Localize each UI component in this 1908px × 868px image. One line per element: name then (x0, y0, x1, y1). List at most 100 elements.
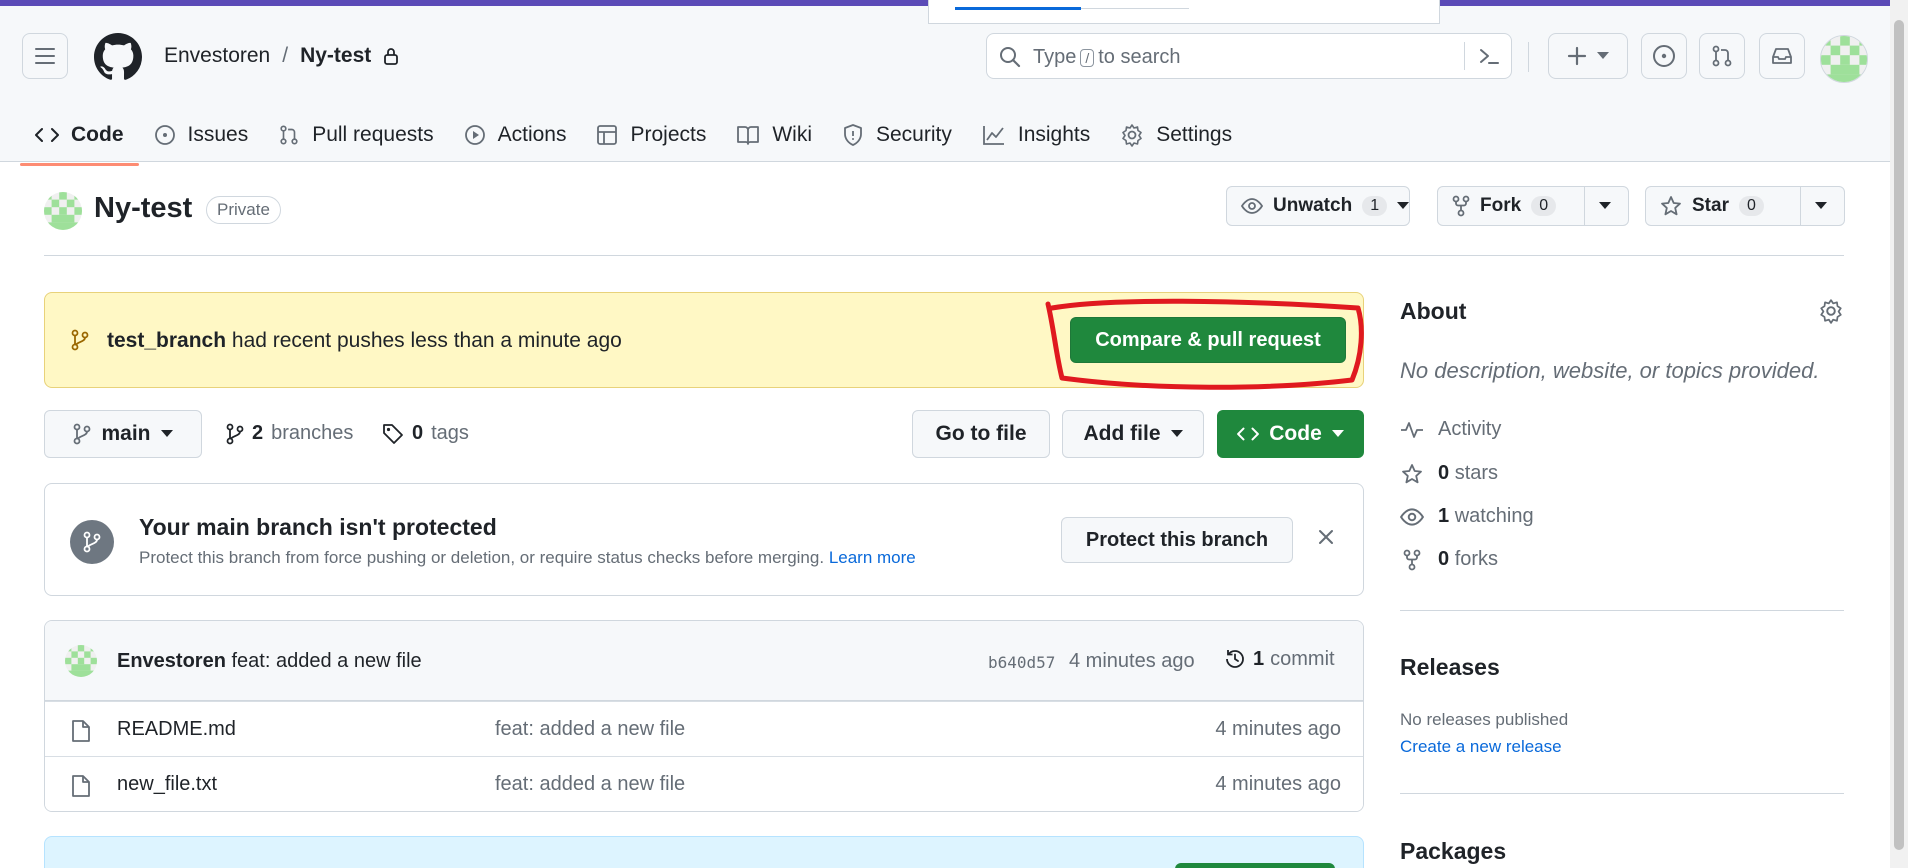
add-readme-button[interactable] (1175, 863, 1335, 868)
create-release-link[interactable]: Create a new release (1400, 737, 1562, 757)
activity-link[interactable]: Activity (1400, 418, 1501, 441)
search-icon (1000, 47, 1021, 68)
tab-issues-label: Issues (187, 123, 249, 146)
learn-more-link[interactable]: Learn more (829, 548, 916, 567)
caret-down-icon (1597, 52, 1609, 59)
shield-icon (844, 124, 862, 146)
fork-dropdown[interactable] (1584, 187, 1625, 225)
tab-insights[interactable]: Insights (967, 110, 1105, 160)
caret-down-icon (1397, 202, 1410, 209)
branch-select-button[interactable]: main (44, 410, 202, 458)
commit-count-label: commit (1270, 647, 1335, 670)
commit-message[interactable]: feat: added a new file (232, 650, 422, 672)
file-name[interactable]: README.md (117, 718, 236, 741)
caret-down-icon (1331, 430, 1344, 437)
tab-insights-label: Insights (1017, 123, 1091, 146)
commit-time: 4 minutes ago (1069, 650, 1195, 672)
stars-link[interactable]: 0 stars (1400, 462, 1498, 485)
push-banner-text: test_branch had recent pushes less than … (107, 329, 622, 353)
commit-history-link[interactable]: 1 commit (1223, 647, 1335, 671)
go-to-file-button[interactable]: Go to file (912, 410, 1050, 458)
repo-name[interactable]: Ny-test (94, 192, 192, 225)
pull-request-icon (1712, 45, 1732, 67)
releases-title[interactable]: Releases (1400, 654, 1500, 681)
fork-count: 0 (1531, 196, 1557, 216)
tab-security[interactable]: Security (827, 110, 967, 160)
watchers-link[interactable]: 1 watching (1400, 505, 1534, 528)
code-button[interactable]: Code (1217, 410, 1364, 458)
owner-link[interactable]: Envestoren (164, 44, 270, 68)
tab-wiki[interactable]: Wiki (721, 110, 827, 160)
tags-link[interactable]: 0 tags (382, 422, 469, 445)
commit-sha[interactable]: b640d57 (988, 653, 1055, 672)
add-file-button[interactable]: Add file (1062, 410, 1204, 458)
readme-prompt-banner (44, 836, 1364, 868)
identicon-avatar (65, 645, 97, 677)
protect-branch-button[interactable]: Protect this branch (1061, 517, 1293, 563)
push-banner-message: had recent pushes less than a minute ago (231, 329, 622, 352)
stars-count: 0 (1438, 462, 1450, 484)
search-input[interactable]: Type / to search (986, 33, 1512, 79)
github-mark-icon (94, 33, 142, 80)
star-button[interactable]: Star 0 (1646, 187, 1800, 225)
packages-title[interactable]: Packages (1400, 838, 1506, 865)
command-palette-icon[interactable] (1477, 44, 1501, 68)
tab-issues[interactable]: Issues (139, 110, 264, 160)
tab-actions[interactable]: Actions (449, 110, 582, 160)
create-new-button[interactable] (1548, 33, 1628, 79)
watch-count: 1 (1362, 196, 1388, 216)
loading-track (1081, 8, 1189, 9)
tab-pull-requests-label: Pull requests (312, 123, 434, 146)
file-row[interactable]: README.md feat: added a new file 4 minut… (45, 701, 1363, 756)
code-button-label: Code (1269, 422, 1322, 445)
fork-button-group: Fork 0 (1437, 186, 1629, 226)
forks-link[interactable]: 0 forks (1400, 548, 1498, 571)
tab-code[interactable]: Code (20, 110, 139, 166)
eye-icon (1241, 198, 1263, 214)
compare-pull-request-button[interactable]: Compare & pull request (1070, 317, 1346, 363)
repo-forked-icon (1403, 549, 1421, 570)
tab-projects[interactable]: Projects (581, 110, 721, 160)
branches-label: branches (271, 422, 354, 444)
file-updated-time: 4 minutes ago (1215, 718, 1341, 740)
tab-wiki-label: Wiki (772, 123, 812, 146)
unwatch-button[interactable]: Unwatch 1 (1226, 186, 1410, 226)
file-commit-message[interactable]: feat: added a new file (495, 718, 685, 741)
tab-settings[interactable]: Settings (1105, 110, 1247, 160)
branches-link[interactable]: 2 branches (226, 422, 353, 445)
repo-owner-avatar[interactable] (44, 192, 82, 230)
gear-icon[interactable] (1818, 298, 1844, 324)
forks-count: 0 (1438, 548, 1450, 570)
plus-icon (1567, 46, 1587, 66)
protection-subtitle-text: Protect this branch from force pushing o… (139, 548, 825, 567)
tab-pull-requests[interactable]: Pull requests (263, 110, 448, 160)
sidebar-divider (1400, 793, 1844, 794)
add-file-label: Add file (1083, 422, 1161, 445)
fork-button[interactable]: Fork 0 (1438, 187, 1584, 225)
repo-navigation: Code Issues Pull requests Actions Projec… (20, 110, 1247, 166)
push-branch-name[interactable]: test_branch (107, 329, 226, 352)
inbox-button[interactable] (1759, 33, 1805, 79)
star-dropdown[interactable] (1800, 187, 1841, 225)
pull-requests-button[interactable] (1699, 33, 1745, 79)
search-placeholder-post: to search (1098, 46, 1181, 68)
close-icon[interactable] (1317, 528, 1335, 546)
eye-icon (1400, 507, 1424, 526)
unwatch-segment[interactable]: Unwatch 1 (1227, 187, 1423, 225)
file-commit-message[interactable]: feat: added a new file (495, 773, 685, 796)
commit-author[interactable]: Envestoren (117, 650, 226, 672)
menu-button[interactable] (22, 33, 68, 79)
github-logo[interactable] (94, 33, 142, 81)
about-description: No description, website, or topics provi… (1400, 358, 1820, 383)
issues-button[interactable] (1641, 33, 1687, 79)
git-branch-icon (83, 531, 101, 553)
scrollbar-thumb[interactable] (1894, 20, 1904, 850)
loading-popup (928, 0, 1440, 24)
commit-author-avatar[interactable] (65, 645, 97, 677)
user-avatar[interactable] (1820, 35, 1868, 83)
file-row[interactable]: new_file.txt feat: added a new file 4 mi… (45, 756, 1363, 811)
repo-link[interactable]: Ny-test (300, 44, 371, 68)
repo-title-bar: Ny-test Private Unwatch 1 Fork 0 Star 0 (44, 186, 1845, 256)
file-name[interactable]: new_file.txt (117, 773, 217, 796)
latest-commit-bar: Envestoren feat: added a new file b640d5… (45, 621, 1363, 701)
